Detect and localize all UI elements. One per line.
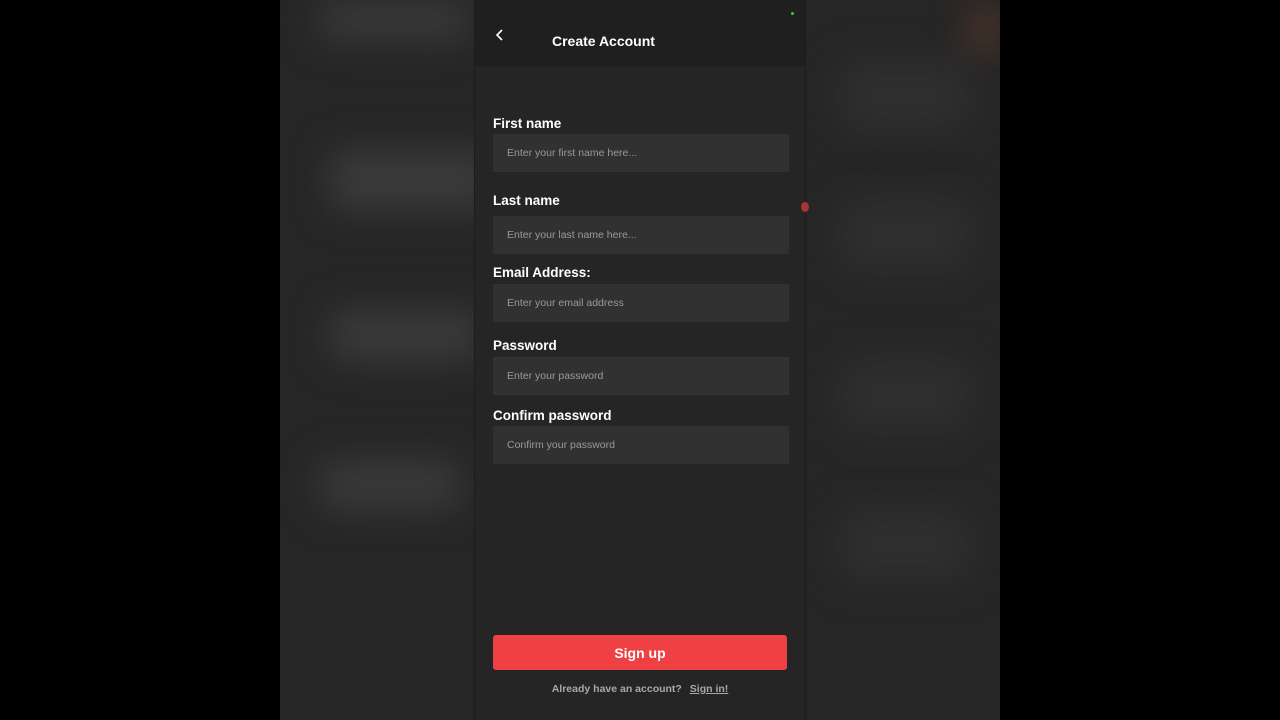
app-screen: Create Account First name Last name Emai… (474, 0, 809, 720)
page-title: Create Account (552, 33, 655, 49)
first-name-input[interactable] (493, 134, 789, 172)
sign-in-link[interactable]: Sign in! (690, 683, 729, 695)
blurred-shape (840, 200, 970, 270)
blurred-shape (840, 60, 970, 130)
blurred-shape (330, 310, 480, 360)
last-name-label: Last name (493, 193, 560, 208)
blurred-shape (320, 0, 470, 40)
blurred-shape (330, 150, 490, 210)
chevron-left-icon (495, 29, 503, 41)
password-input[interactable] (493, 357, 789, 395)
edge-indicator (801, 202, 809, 212)
email-label: Email Address: (493, 265, 591, 280)
first-name-label: First name (493, 116, 562, 131)
signin-question: Already have an account? (551, 683, 682, 695)
last-name-input[interactable] (493, 216, 789, 254)
blurred-shape (970, 10, 1000, 50)
app-header: Create Account (475, 0, 805, 66)
sign-up-button[interactable]: Sign up (493, 635, 787, 670)
status-dot (791, 12, 794, 15)
confirm-password-input[interactable] (493, 426, 789, 464)
blurred-shape (840, 510, 970, 580)
confirm-password-label: Confirm password (493, 408, 612, 423)
blurred-shape (320, 460, 460, 510)
email-input[interactable] (493, 284, 789, 322)
signin-prompt: Already have an account? Sign in! (475, 683, 805, 695)
password-label: Password (493, 338, 557, 353)
blurred-shape (840, 360, 970, 430)
back-button[interactable] (495, 29, 515, 51)
